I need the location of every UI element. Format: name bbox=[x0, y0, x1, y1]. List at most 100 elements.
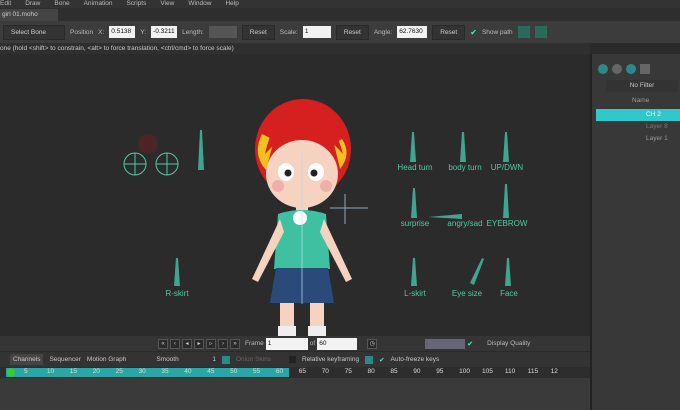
layer-row[interactable]: Layer 8 bbox=[596, 121, 680, 133]
timeline-toolbar: Channels Sequencer Motion Graph Smooth 1… bbox=[0, 352, 590, 367]
tab-motion-graph[interactable]: Motion Graph bbox=[87, 356, 126, 363]
delete-icon[interactable] bbox=[640, 64, 650, 74]
step-forward-button[interactable]: ▹ bbox=[206, 338, 216, 349]
tab-bar bbox=[0, 8, 680, 21]
angle-label: Angle: bbox=[373, 28, 393, 36]
display-quality-dropdown[interactable]: Display Quality bbox=[487, 340, 530, 347]
tick-label: 75 bbox=[344, 368, 352, 375]
total-frames-field[interactable]: 60 bbox=[317, 337, 358, 350]
menu-item[interactable]: Bone bbox=[54, 0, 69, 8]
prev-key-button[interactable]: ‹ bbox=[170, 338, 180, 349]
scale-label: Scale: bbox=[279, 28, 298, 36]
tick-label: 70 bbox=[321, 368, 329, 375]
last-frame-button[interactable]: » bbox=[230, 338, 240, 349]
tab-sequencer[interactable]: Sequencer bbox=[49, 356, 80, 363]
interpolation-dropdown[interactable]: Smooth bbox=[156, 356, 206, 363]
show-path-label: Show path bbox=[481, 28, 513, 36]
tick-label: 105 bbox=[482, 368, 493, 375]
of-label: of bbox=[309, 340, 316, 347]
bone-option-icon[interactable] bbox=[517, 26, 530, 38]
menu-item[interactable]: Animation bbox=[84, 0, 113, 8]
menu-item[interactable]: Edit bbox=[0, 0, 11, 8]
tick-label: 25 bbox=[115, 368, 123, 375]
x-field[interactable]: 0.5138 bbox=[109, 26, 136, 38]
tick-label: 5 bbox=[24, 368, 28, 375]
tick-label: 20 bbox=[92, 368, 100, 375]
tick-label: 10 bbox=[46, 368, 55, 375]
show-path-checkbox[interactable]: ✔ bbox=[470, 28, 477, 37]
tab-channels[interactable]: Channels bbox=[10, 354, 44, 365]
auto-freeze-label: Auto-freeze keys bbox=[390, 356, 440, 363]
timeline-tracks[interactable] bbox=[0, 378, 590, 410]
layer-tools bbox=[598, 64, 650, 74]
tool-options-bar: Select Bone Position X: 0.5138 Y: -0.321… bbox=[0, 21, 680, 43]
angle-field[interactable]: 62.7630 bbox=[397, 26, 428, 38]
reset-position-button[interactable]: Reset bbox=[241, 24, 275, 40]
auto-freeze-checkbox[interactable]: ✔ bbox=[379, 356, 384, 364]
tool-select-dropdown[interactable]: Select Bone bbox=[3, 24, 65, 40]
tick-label: 40 bbox=[184, 368, 192, 375]
search-icon[interactable] bbox=[612, 64, 622, 74]
control-label: EYEBROW bbox=[486, 219, 528, 228]
control-label: UP/DWN bbox=[490, 163, 524, 172]
reset-scale-button[interactable]: Reset bbox=[335, 24, 369, 40]
onion-skins-dropdown[interactable]: Onion Skins bbox=[236, 356, 271, 363]
length-label: Length: bbox=[182, 28, 204, 36]
menu-item[interactable]: Scripts bbox=[126, 0, 146, 8]
menu-item[interactable]: Help bbox=[225, 0, 238, 8]
keyframe-icon[interactable] bbox=[221, 355, 230, 364]
frame-field[interactable]: 1 bbox=[265, 337, 308, 350]
tick-label: 35 bbox=[161, 368, 169, 375]
y-label: Y: bbox=[140, 28, 147, 36]
menu-item[interactable]: Draw bbox=[25, 0, 40, 8]
control-label: R-skirt bbox=[165, 289, 189, 298]
relative-keyframing-label: Relative keyframing bbox=[301, 356, 360, 363]
relative-keyframing-checkbox[interactable] bbox=[288, 356, 296, 363]
menu-item[interactable]: View bbox=[160, 0, 174, 8]
play-icon[interactable]: ▸ bbox=[194, 338, 204, 349]
first-frame-button[interactable]: « bbox=[158, 338, 168, 349]
tick-label: 95 bbox=[436, 368, 444, 375]
control-label: Head turn bbox=[397, 163, 433, 172]
document-tab[interactable]: girl 01.moho bbox=[0, 9, 58, 21]
view-mode-icons[interactable] bbox=[425, 338, 466, 349]
position-label: Position bbox=[70, 28, 94, 36]
interval-dropdown[interactable]: 1 bbox=[212, 356, 216, 363]
tick-label: 85 bbox=[390, 368, 398, 375]
step-back-button[interactable]: ◂ bbox=[182, 338, 192, 349]
control-label: surprise bbox=[400, 219, 430, 228]
settings-icon[interactable] bbox=[365, 355, 374, 364]
menu-bar: Edit Draw Bone Animation Scripts View Window He… bbox=[0, 0, 680, 8]
loop-icon[interactable]: ◷ bbox=[367, 338, 378, 349]
timeline-ruler[interactable]: 5 10 15 20 25 30 35 40 45 50 55 60 65 70 75 80 85 90 95 100… bbox=[0, 367, 590, 378]
filter-dropdown[interactable]: No Filter bbox=[606, 80, 678, 92]
tick-label: 15 bbox=[69, 368, 78, 375]
tick-label: 50 bbox=[230, 368, 238, 375]
checkbox-icon[interactable]: ✔ bbox=[467, 340, 473, 348]
canvas[interactable]: Head turn body turn UP/DWN surprise angr… bbox=[0, 54, 590, 336]
duplicate-icon[interactable] bbox=[626, 64, 636, 74]
tick-label: 65 bbox=[298, 368, 307, 375]
frame-label: Frame bbox=[245, 340, 264, 347]
name-header: Name bbox=[632, 97, 650, 104]
layer-row[interactable]: Layer 1 bbox=[596, 133, 680, 145]
tick-label: 55 bbox=[253, 368, 261, 375]
playback-bar: « ‹ ◂ ▸ ▹ › » Frame 1 of 60 ◷ ✔ Display … bbox=[0, 336, 590, 351]
control-label: L-skirt bbox=[404, 289, 426, 298]
control-label: Face bbox=[500, 289, 518, 298]
playhead[interactable] bbox=[7, 368, 15, 377]
reset-angle-button[interactable]: Reset bbox=[432, 24, 466, 40]
menu-item[interactable]: Window bbox=[188, 0, 211, 8]
new-layer-icon[interactable] bbox=[598, 64, 608, 74]
next-key-button[interactable]: › bbox=[218, 338, 228, 349]
tick-label: 80 bbox=[367, 368, 375, 375]
tick-label: 100 bbox=[459, 368, 470, 375]
tick-label: 30 bbox=[138, 368, 146, 375]
layers-panel: No Filter Name CH 2 Layer 8 Layer 1 bbox=[590, 54, 680, 410]
layer-row-selected[interactable]: CH 2 bbox=[596, 109, 680, 121]
scale-field[interactable]: 1 bbox=[302, 26, 331, 38]
length-field[interactable] bbox=[208, 26, 237, 38]
bone-option-icon-2[interactable] bbox=[534, 26, 547, 38]
tick-label: 110 bbox=[504, 368, 516, 375]
y-field[interactable]: -0.3211 bbox=[151, 26, 178, 38]
